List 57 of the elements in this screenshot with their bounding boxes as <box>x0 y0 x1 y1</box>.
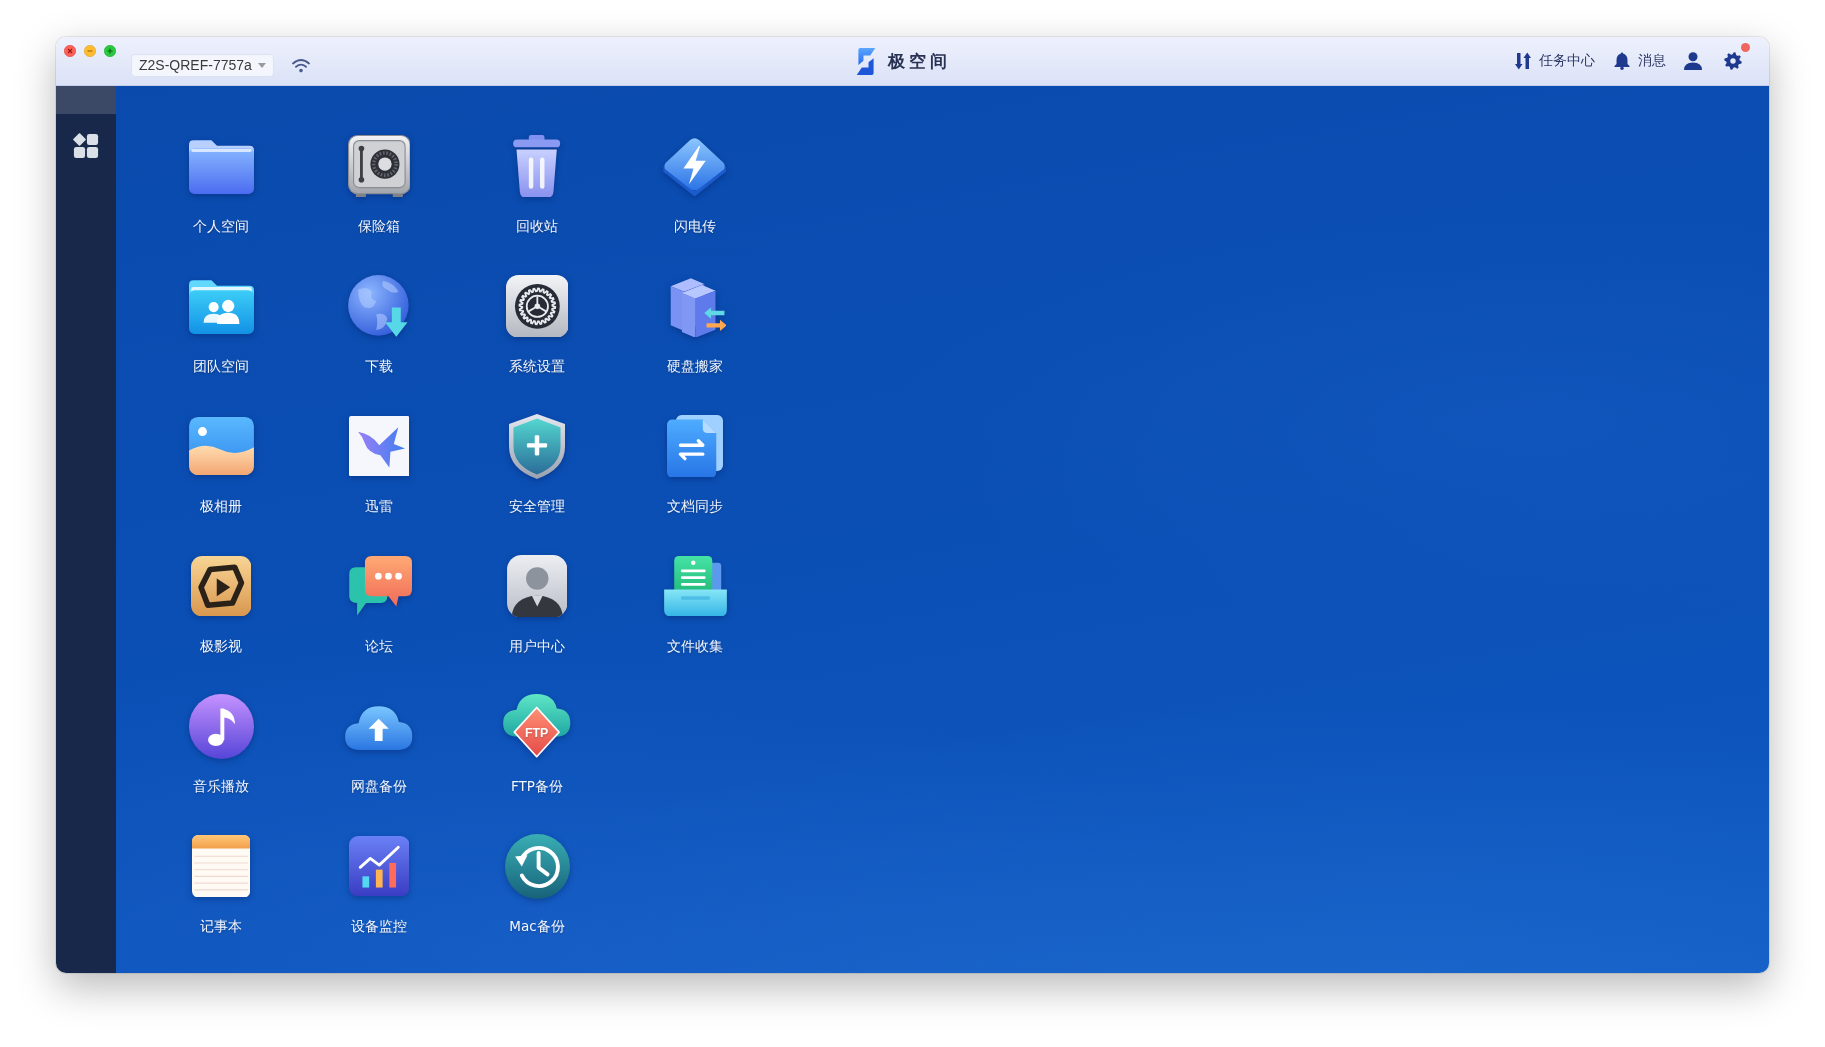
app-launcher[interactable]: 设备监控 <box>348 833 410 936</box>
app-launcher[interactable]: 音乐播放 <box>188 693 254 796</box>
app-launcher[interactable]: 迅雷 <box>348 413 410 516</box>
user-icon[interactable] <box>1684 52 1702 70</box>
folder-icon <box>188 138 254 194</box>
landscape-photo-icon <box>188 416 254 476</box>
globe-download-icon <box>346 273 412 339</box>
notepad-icon <box>191 834 251 898</box>
app-launcher[interactable]: 极影视 <box>190 553 252 656</box>
app-launcher[interactable]: 系统设置 <box>505 273 569 376</box>
shield-icon <box>509 413 565 479</box>
app-launcher[interactable]: 论坛 <box>346 553 412 656</box>
person-silhouette-icon <box>506 554 568 618</box>
app-launcher[interactable]: 个人空间 <box>188 133 254 236</box>
app-launcher[interactable]: 保险箱 <box>347 133 411 236</box>
apps-grid-icon[interactable] <box>73 133 99 159</box>
bar-chart-icon <box>348 835 410 897</box>
document-tray-icon <box>662 555 728 617</box>
logo-icon <box>855 47 877 75</box>
task-center-button[interactable]: 任务中心 <box>1515 52 1595 70</box>
app-launcher[interactable]: 下载 <box>346 273 412 376</box>
safe-icon <box>347 134 411 198</box>
app-launcher[interactable]: 文件收集 <box>662 553 728 656</box>
close-icon[interactable] <box>64 45 76 57</box>
transfer-arrows-icon <box>1515 52 1531 70</box>
lightning-icon <box>661 135 729 197</box>
chat-bubbles-icon <box>346 555 412 617</box>
gear-icon <box>505 274 569 338</box>
cloud-diamond-icon <box>503 693 571 758</box>
document-sync-icon <box>667 414 723 478</box>
team-folder-icon <box>188 278 254 334</box>
app-launcher[interactable]: FTP FTP备份 <box>502 693 572 796</box>
music-note-icon <box>188 693 254 759</box>
app-launcher[interactable]: 回收站 <box>512 133 562 236</box>
device-dropdown[interactable]: Z2S-QREF-7757a <box>131 53 274 77</box>
app-launcher[interactable]: 硬盘搬家 <box>663 273 727 376</box>
bell-icon <box>1614 52 1630 70</box>
app-launcher[interactable]: 安全管理 <box>509 413 565 516</box>
app-launcher[interactable]: 文档同步 <box>667 413 723 516</box>
bird-icon <box>348 415 410 477</box>
settings-icon[interactable] <box>1724 52 1742 70</box>
wifi-icon <box>290 57 311 73</box>
film-play-icon <box>190 555 252 617</box>
maximize-icon[interactable] <box>104 45 116 57</box>
app-launcher[interactable]: 用户中心 <box>506 553 568 656</box>
icon-text: FTP <box>525 725 549 740</box>
app-launcher[interactable]: 极相册 <box>188 413 254 516</box>
app-title: 极空间 <box>888 49 951 73</box>
sidebar-header <box>56 86 116 114</box>
app-launcher[interactable]: 网盘备份 <box>344 693 414 796</box>
app-launcher[interactable]: 团队空间 <box>188 273 254 376</box>
caret-icon <box>257 62 266 68</box>
messages-button[interactable]: 消息 <box>1614 52 1666 70</box>
app-launcher[interactable]: 闪电传 <box>661 133 729 236</box>
trash-can-icon <box>512 134 562 198</box>
app-launcher[interactable]: Mac备份 <box>504 833 570 936</box>
app-launcher[interactable]: 记事本 <box>191 833 251 936</box>
